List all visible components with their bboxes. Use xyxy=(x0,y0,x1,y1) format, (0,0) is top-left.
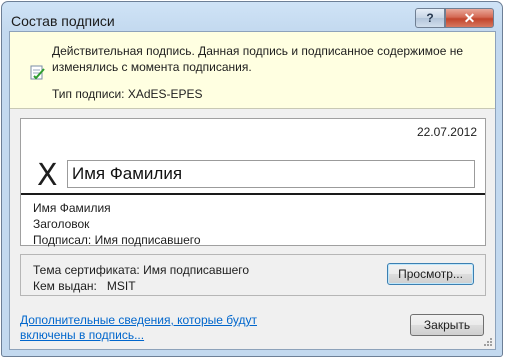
help-button[interactable]: ? xyxy=(415,8,445,28)
certificate-issuer: Кем выдан: MSIT xyxy=(33,279,136,293)
valid-signature-icon xyxy=(30,65,45,80)
additional-info-link[interactable]: Дополнительные сведения, которые будут в… xyxy=(20,313,260,343)
signature-x-mark: X xyxy=(37,158,58,193)
dialog-title: Состав подписи xyxy=(11,13,115,29)
signer-name: Имя Фамилия xyxy=(33,201,111,215)
validity-info-bar: Действительная подпись. Данная подпись и… xyxy=(10,32,495,109)
signed-by-label: Подписал: Имя подписавшего xyxy=(33,233,201,247)
signature-details-dialog: Состав подписи ? ✕ Действительная подпис… xyxy=(1,1,503,357)
signature-line xyxy=(21,193,485,195)
validity-message: Действительная подпись. Данная подпись и… xyxy=(52,44,464,74)
close-button[interactable]: Закрыть xyxy=(410,314,484,336)
signature-preview: 22.07.2012 X Имя Фамилия Имя Фамилия Заг… xyxy=(20,118,486,247)
close-window-button[interactable]: ✕ xyxy=(445,8,494,28)
view-certificate-button[interactable]: Просмотр... xyxy=(387,263,474,285)
resize-grip-icon[interactable] xyxy=(482,336,492,346)
signer-title: Заголовок xyxy=(33,217,90,231)
dialog-body: Действительная подпись. Данная подпись и… xyxy=(9,31,496,350)
signature-date: 22.07.2012 xyxy=(416,125,477,139)
certificate-subject: Тема сертификата: Имя подписавшего xyxy=(33,263,250,277)
signature-type-label: Тип подписи: XAdES-EPES xyxy=(52,87,203,101)
signature-name-field: Имя Фамилия xyxy=(67,160,475,188)
